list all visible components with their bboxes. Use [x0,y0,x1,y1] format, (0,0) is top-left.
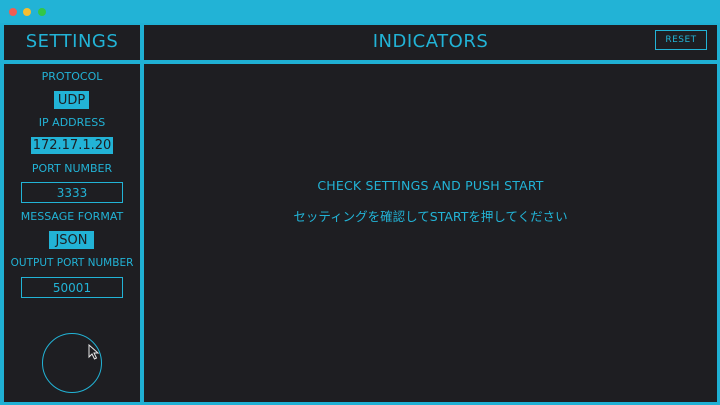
settings-title: SETTINGS [25,31,119,52]
message-format-selector[interactable]: JSON [49,231,94,249]
instruction-message-ja: セッティングを確認してSTARTを押してください [293,209,568,224]
app-window: SETTINGS PROTOCOL UDP IP ADDRESS 172.17.… [0,0,720,405]
indicators-title: INDICATORS [372,31,489,52]
protocol-label: PROTOCOL [41,70,103,83]
ip-address-field[interactable]: 172.17.1.20 [31,137,113,154]
indicators-panel: CHECK SETTINGS AND PUSH START セッティングを確認し… [144,64,717,402]
settings-panel: PROTOCOL UDP IP ADDRESS 172.17.1.20 PORT… [4,64,140,402]
ip-address-label: IP ADDRESS [38,116,106,129]
maximize-window-button[interactable] [38,8,46,16]
indicators-header: INDICATORS RESET [144,25,717,60]
protocol-selector[interactable]: UDP [54,91,89,109]
output-port-input[interactable]: 50001 [21,277,123,298]
title-bar [0,0,720,23]
settings-header: SETTINGS [4,25,140,60]
close-window-button[interactable] [9,8,17,16]
port-number-label: PORT NUMBER [31,162,113,175]
minimize-window-button[interactable] [23,8,31,16]
message-format-label: MESSAGE FORMAT [20,210,124,223]
reset-button[interactable]: RESET [655,30,707,50]
port-number-input[interactable]: 3333 [21,182,123,203]
start-knob[interactable] [42,333,102,393]
instruction-message-en: CHECK SETTINGS AND PUSH START [317,178,544,193]
output-port-label: OUTPUT PORT NUMBER [10,257,134,269]
mouse-cursor-icon [88,344,100,360]
